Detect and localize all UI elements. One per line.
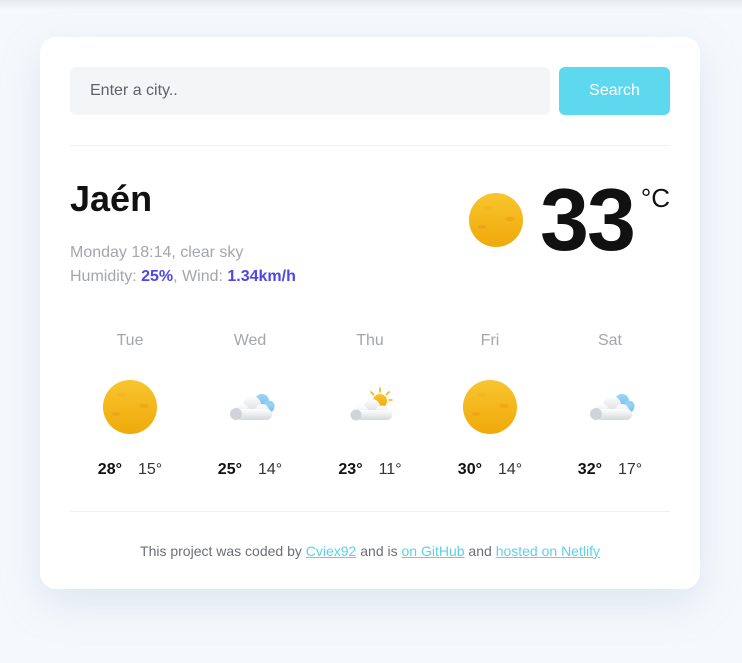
search-form: Search — [70, 67, 670, 115]
divider — [70, 145, 670, 146]
weather-details: Monday 18:14, clear sky Humidity: 25%, W… — [70, 241, 296, 289]
forecast-low: 14° — [498, 461, 523, 478]
sun-icon — [102, 379, 158, 435]
wind-value: 1.34km/h — [227, 268, 296, 285]
wind-label: Wind: — [182, 268, 228, 285]
forecast-low: 15° — [138, 461, 163, 478]
cloudy-icon — [582, 379, 638, 435]
search-input[interactable] — [70, 67, 550, 115]
forecast-temps: 30° 14° — [430, 459, 550, 481]
footer-text: and is — [356, 543, 402, 559]
forecast-low: 11° — [378, 461, 402, 478]
sun-icon — [462, 379, 518, 435]
forecast-temps: 28° 15° — [70, 459, 190, 481]
forecast-day: Sat 32° 17° — [550, 329, 670, 489]
divider — [70, 511, 670, 512]
forecast-temps: 25° 14° — [190, 459, 310, 481]
humidity-label: Humidity: — [70, 268, 142, 285]
forecast-day: Fri 30° 14° — [430, 329, 550, 489]
humidity-value: 25% — [141, 268, 174, 285]
forecast-high: 28° — [97, 461, 122, 478]
footer-text: and — [464, 543, 496, 559]
author-link[interactable]: Cviex92 — [306, 543, 357, 559]
forecast-temps: 23° 11° — [310, 459, 430, 481]
current-temperature: 33 °C — [468, 175, 670, 265]
temperature-value: 33 — [540, 170, 636, 269]
humidity-wind-line: Humidity: 25%, Wind: 1.34km/h — [70, 268, 296, 285]
top-shadow — [0, 0, 742, 10]
cloudy-icon — [222, 379, 278, 435]
github-link[interactable]: on GitHub — [402, 543, 465, 559]
forecast-day: Thu 23° 11° — [310, 329, 430, 489]
partly-cloudy-icon — [342, 379, 398, 435]
city-name: Jaén — [70, 178, 153, 219]
forecast-day: Tue 28° 15° — [70, 329, 190, 489]
sun-icon — [468, 192, 524, 248]
forecast-temps: 32° 17° — [550, 459, 670, 481]
unit-celsius[interactable]: °C — [641, 183, 670, 214]
forecast: Tue 28° 15° Wed 25° 14° Thu 23° 11° Fri 30°… — [70, 329, 670, 489]
forecast-day-name: Thu — [356, 332, 384, 349]
forecast-high: 30° — [457, 461, 482, 478]
date-description-line: Monday 18:14, clear sky — [70, 244, 244, 261]
footer: This project was coded by Cviex92 and is… — [40, 541, 700, 561]
forecast-high: 25° — [217, 461, 242, 478]
footer-text: This project was coded by — [140, 543, 306, 559]
search-button[interactable]: Search — [559, 67, 670, 115]
forecast-low: 14° — [258, 461, 283, 478]
weather-description: clear sky — [180, 244, 244, 261]
forecast-day-name: Wed — [233, 332, 267, 349]
forecast-day: Wed 25° 14° — [190, 329, 310, 489]
forecast-day-name: Tue — [116, 332, 144, 349]
day-time: Monday 18:14 — [70, 244, 172, 261]
forecast-high: 23° — [338, 461, 363, 478]
forecast-high: 32° — [577, 461, 602, 478]
forecast-day-name: Fri — [480, 332, 500, 349]
forecast-day-name: Sat — [597, 332, 622, 349]
forecast-low: 17° — [618, 461, 643, 478]
weather-card: Search Jaén Monday 18:14, clear sky Humi… — [40, 37, 700, 589]
netlify-link[interactable]: hosted on Netlify — [496, 543, 600, 559]
